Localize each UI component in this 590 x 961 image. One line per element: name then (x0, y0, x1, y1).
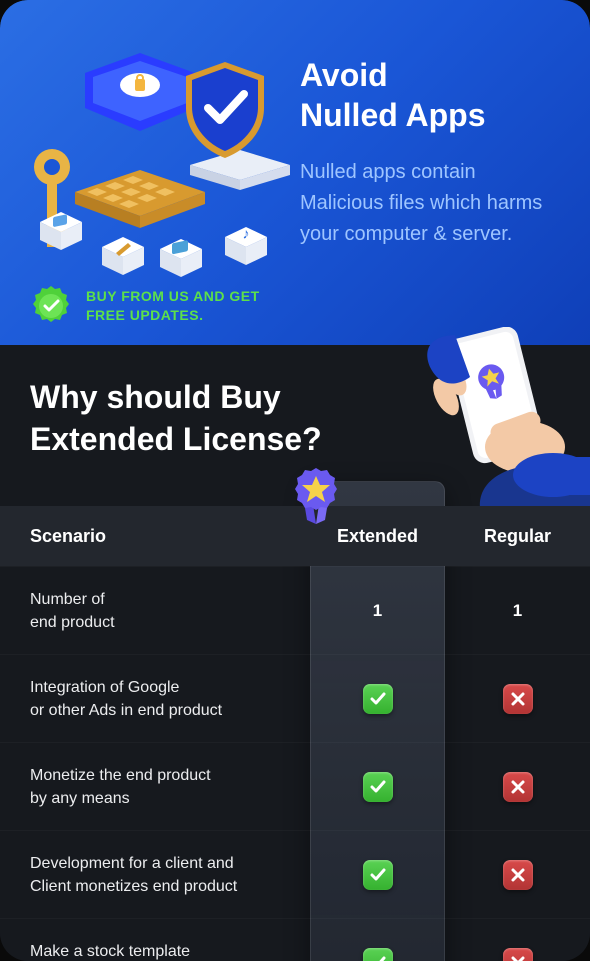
scenario-line2: end product (30, 614, 115, 631)
extended-value: 1 (373, 601, 382, 620)
scenario-cell: Development for a client and Client monet… (30, 852, 310, 898)
hero-section: ♪ Avoid Nulled Apps Nulled apps contain … (0, 0, 590, 345)
regular-cell: 1 (445, 601, 590, 621)
hero-title: Avoid Nulled Apps (300, 55, 560, 135)
regular-cell (445, 948, 590, 961)
scenario-line1: Make a stock template (30, 943, 190, 960)
cube-music-icon: ♪ (225, 225, 267, 267)
hero-title-line1: Avoid (300, 57, 388, 93)
cross-icon (503, 772, 533, 802)
section-title-line2: Extended License? (30, 421, 322, 457)
scenario-line2: or other Ads in end product (30, 702, 222, 719)
promo-card: ♪ Avoid Nulled Apps Nulled apps contain … (0, 0, 590, 961)
check-icon (363, 860, 393, 890)
regular-cell (445, 860, 590, 890)
scenario-line1: Monetize the end product (30, 767, 211, 784)
header-regular: Regular (445, 526, 590, 547)
extended-cell (310, 684, 445, 714)
cube-image-icon (160, 237, 202, 279)
buy-callout: BUY FROM US AND GET FREE UPDATES. (30, 285, 260, 327)
table-row: Make a stock templateas end product (0, 918, 590, 961)
hands-phone-illustration (370, 327, 590, 507)
buy-text-line2: FREE UPDATES. (86, 307, 203, 323)
table-row: Integration of Google or other Ads in end… (0, 654, 590, 742)
monitor-icon (85, 53, 195, 133)
header-extended: Extended (310, 526, 445, 547)
verified-seal-icon (30, 285, 72, 327)
hero-illustration: ♪ (30, 25, 280, 255)
buy-text-line1: BUY FROM US AND GET (86, 288, 260, 304)
hero-title-line2: Nulled Apps (300, 97, 485, 133)
buy-text: BUY FROM US AND GET FREE UPDATES. (86, 287, 260, 325)
header-scenario: Scenario (30, 523, 310, 549)
scenario-line1: Integration of Google (30, 679, 179, 696)
table-row: Number of end product 1 1 (0, 566, 590, 654)
table-row: Development for a client and Client monet… (0, 830, 590, 918)
extended-cell (310, 772, 445, 802)
regular-cell (445, 772, 590, 802)
scenario-line2: Client monetizes end product (30, 878, 237, 895)
regular-value: 1 (513, 601, 522, 620)
regular-cell (445, 684, 590, 714)
cube-gallery-icon (40, 210, 82, 252)
check-icon (363, 948, 393, 961)
scenario-line1: Development for a client and (30, 855, 234, 872)
comparison-table: Scenario Extended Regular Number of end p… (0, 506, 590, 961)
extended-cell: 1 (310, 601, 445, 621)
scenario-line2: by any means (30, 790, 130, 807)
license-section: Why should Buy Extended License? (0, 345, 590, 961)
extended-cell (310, 948, 445, 961)
hero-description: Nulled apps contain Malicious files whic… (300, 157, 560, 250)
shield-check-icon (180, 60, 270, 160)
cross-icon (503, 948, 533, 961)
cube-pen-icon (102, 235, 144, 277)
award-rosette-icon (290, 466, 342, 528)
cross-icon (503, 684, 533, 714)
scenario-cell: Number of end product (30, 588, 310, 634)
scenario-cell: Make a stock templateas end product (30, 940, 310, 961)
scenario-line1: Number of (30, 591, 105, 608)
extended-cell (310, 860, 445, 890)
scenario-cell: Integration of Google or other Ads in end… (30, 676, 310, 722)
section-title-line1: Why should Buy (30, 379, 281, 415)
scenario-cell: Monetize the end product by any means (30, 764, 310, 810)
keyboard-icon (75, 170, 205, 230)
check-icon (363, 772, 393, 802)
svg-text:♪: ♪ (243, 225, 250, 242)
check-icon (363, 684, 393, 714)
table-row: Monetize the end product by any means (0, 742, 590, 830)
cross-icon (503, 860, 533, 890)
